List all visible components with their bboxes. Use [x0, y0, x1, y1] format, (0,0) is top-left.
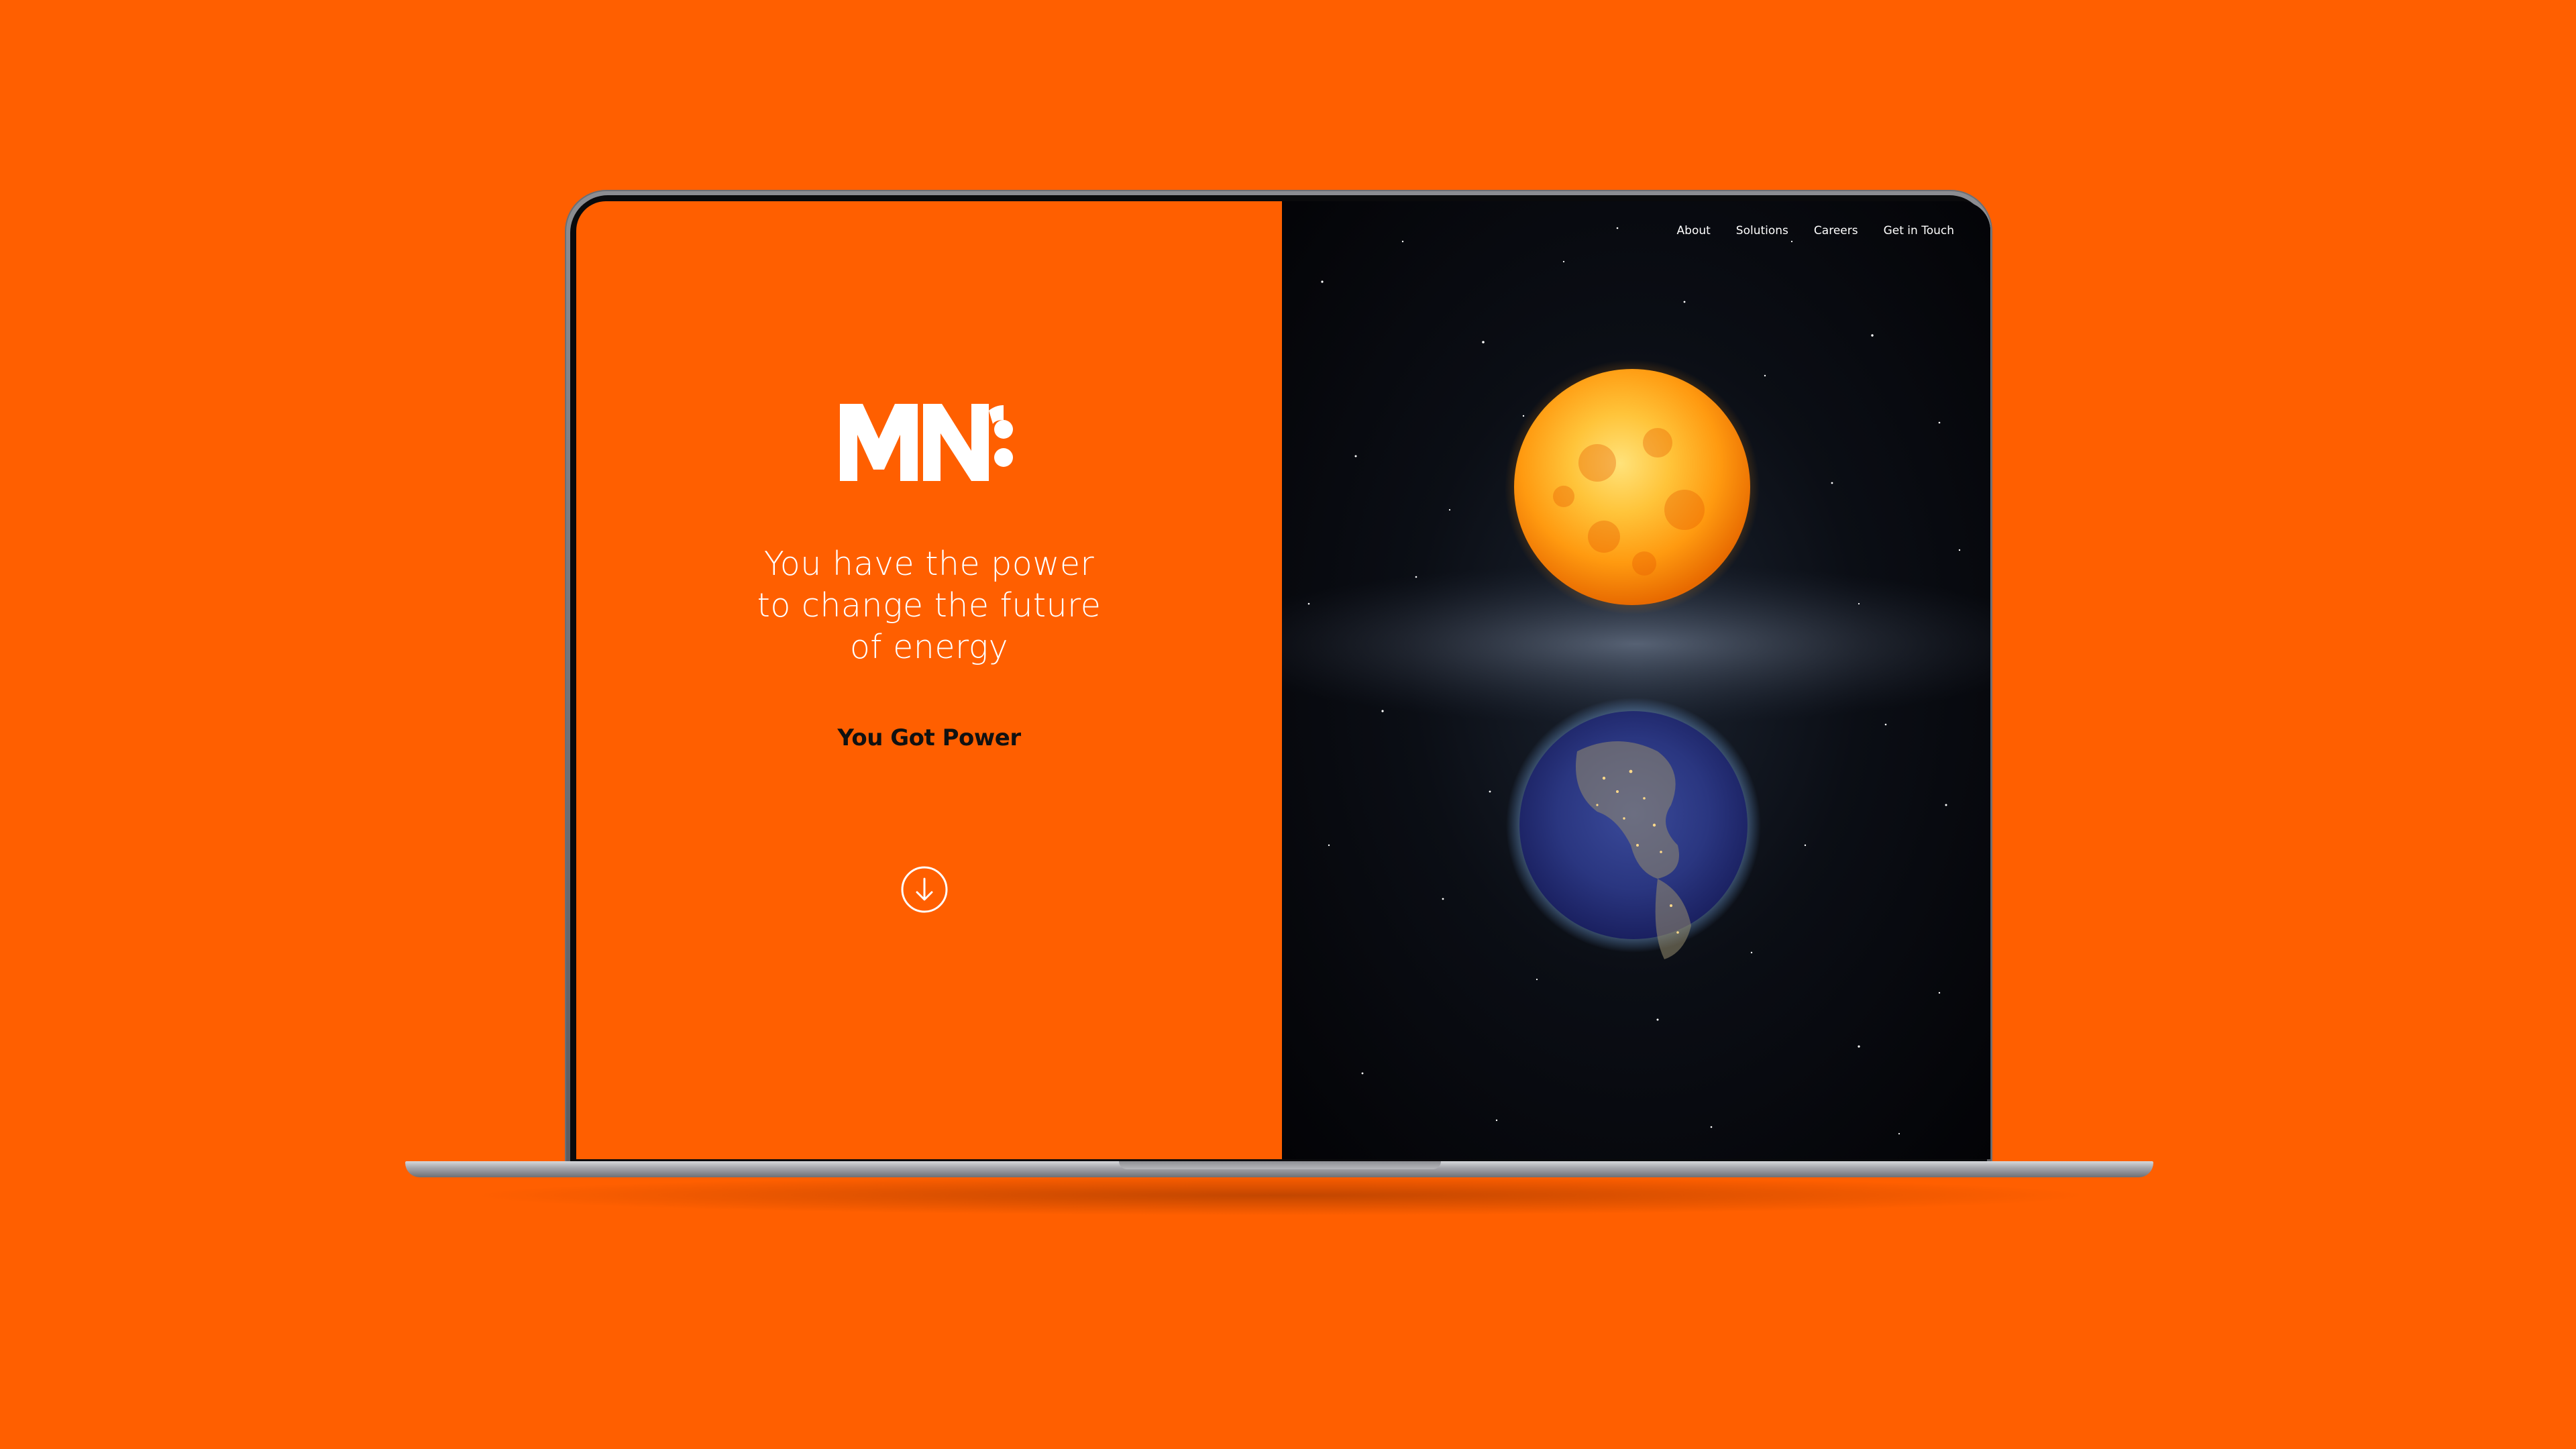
- laptop-shadow: [470, 1175, 2093, 1216]
- background: You have the power to change the future …: [0, 0, 2576, 1449]
- nav-solutions[interactable]: Solutions: [1736, 224, 1788, 237]
- laptop-base-notch: [1119, 1161, 1441, 1169]
- hero-right-panel: About Solutions Careers Get in Touch: [1282, 201, 1990, 1159]
- nav-about[interactable]: About: [1677, 224, 1711, 237]
- top-nav: About Solutions Careers Get in Touch: [1677, 224, 1954, 237]
- tagline-line-2: to change the future: [757, 586, 1102, 625]
- space-scene: [1282, 227, 1990, 1135]
- sun: [1514, 369, 1750, 605]
- tagline-line-1: You have the power: [763, 545, 1095, 583]
- hero-tagline: You have the power to change the future …: [661, 543, 1197, 668]
- hero-subtitle: You Got Power: [837, 724, 1021, 751]
- arrow-down-circle-icon[interactable]: [900, 865, 949, 914]
- mn8-logo[interactable]: [840, 404, 1014, 481]
- nav-careers[interactable]: Careers: [1814, 224, 1858, 237]
- laptop-screen: You have the power to change the future …: [576, 201, 1990, 1159]
- hero-left-panel: You have the power to change the future …: [576, 201, 1282, 1159]
- tagline-line-3: of energy: [849, 628, 1009, 666]
- nav-get-in-touch[interactable]: Get in Touch: [1884, 224, 1954, 237]
